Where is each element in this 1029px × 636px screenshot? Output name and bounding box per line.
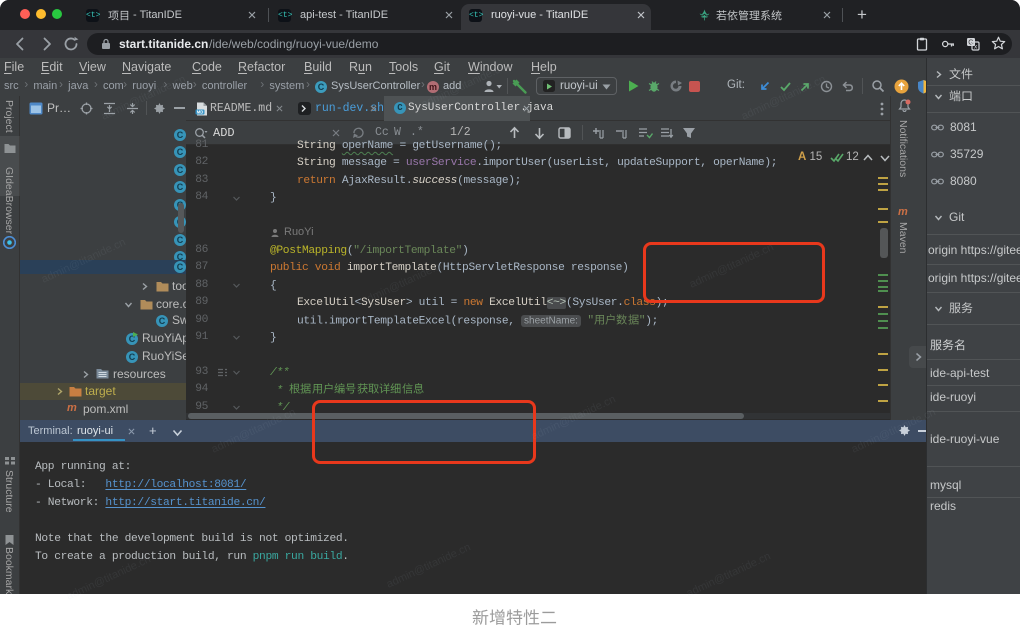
svg-text:MD: MD — [197, 110, 204, 115]
svg-text:G: G — [968, 40, 973, 47]
